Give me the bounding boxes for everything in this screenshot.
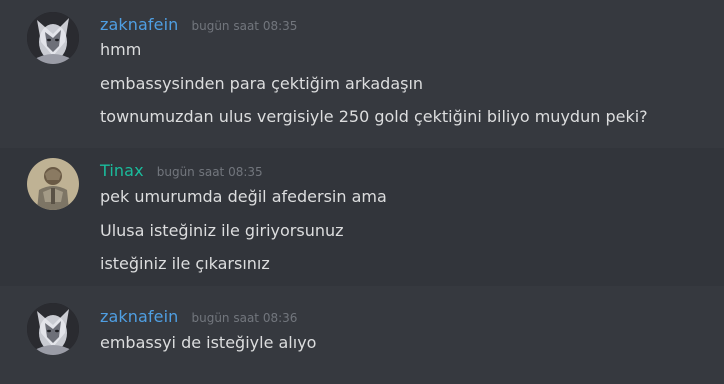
username[interactable]: zaknafein xyxy=(100,307,178,326)
message-text: pek umurumda değil afedersin ama xyxy=(100,187,387,206)
message-text: embassyi de isteğiyle alıyo xyxy=(100,333,317,352)
message-text: embassysinden para çektiğim arkadaşın xyxy=(100,74,424,93)
username[interactable]: zaknafein xyxy=(100,15,178,34)
dark-elf-avatar-icon xyxy=(27,303,79,355)
message-text: townumuzdan ulus vergisiyle 250 gold çek… xyxy=(100,107,648,126)
message-text: Ulusa isteğiniz ile giriyorsunuz xyxy=(100,221,344,240)
message-text: hmm xyxy=(100,40,142,59)
message-text: isteğiniz ile çıkarsınız xyxy=(100,254,270,273)
timestamp: bugün saat 08:36 xyxy=(191,311,298,325)
timestamp: bugün saat 08:35 xyxy=(156,165,263,179)
message-group: zaknafein bugün saat 08:36 embassyi de i… xyxy=(0,286,724,384)
user-avatar[interactable] xyxy=(27,158,79,210)
timestamp: bugün saat 08:35 xyxy=(191,19,298,33)
message-group: Tinax bugün saat 08:35 pek umurumda deği… xyxy=(0,148,724,286)
user-avatar[interactable] xyxy=(27,303,79,355)
dark-elf-avatar-icon xyxy=(27,12,79,64)
username[interactable]: Tinax xyxy=(100,161,144,180)
user-avatar[interactable] xyxy=(27,12,79,64)
message-group: zaknafein bugün saat 08:35 hmm embassysi… xyxy=(0,0,724,148)
armored-knight-avatar-icon xyxy=(27,158,79,210)
